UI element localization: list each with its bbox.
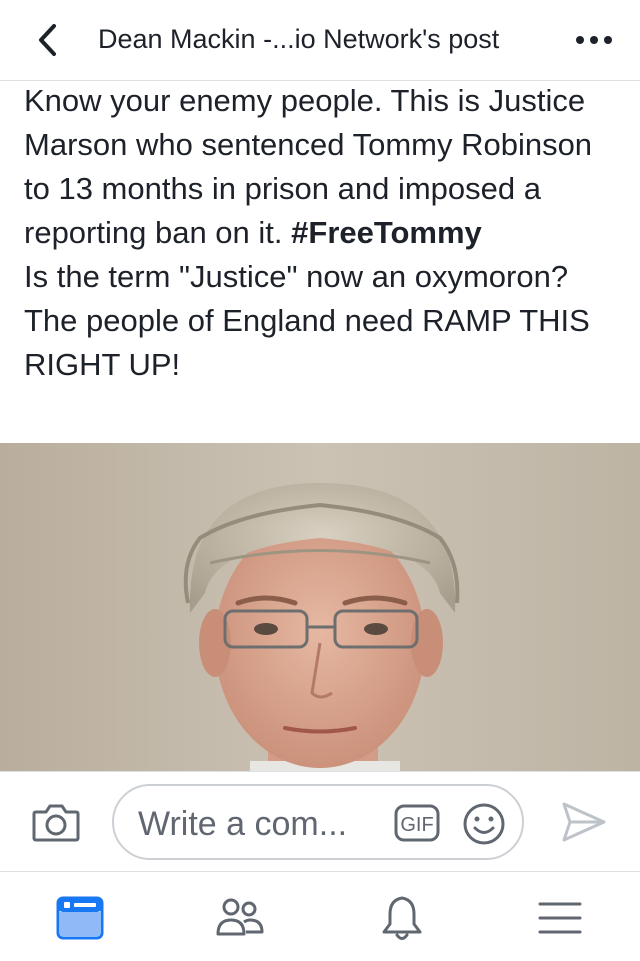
emoji-button[interactable] <box>462 802 506 846</box>
tab-menu[interactable] <box>534 892 586 944</box>
comment-placeholder: Write a com... <box>138 805 348 843</box>
post-paragraph: Know your enemy people. This is Justice … <box>24 79 624 255</box>
tab-notifications[interactable] <box>376 892 428 944</box>
bottom-tab-bar <box>0 871 640 961</box>
camera-icon <box>32 804 80 842</box>
gif-button[interactable]: GIF <box>394 804 440 842</box>
more-options-button[interactable] <box>570 24 618 56</box>
post-body-text-2: Is the term "Justice" now an oxymoron? T… <box>24 259 590 382</box>
gif-label: GIF <box>400 814 433 836</box>
more-horizontal-icon <box>576 36 612 44</box>
emoji-icon <box>463 803 505 845</box>
notifications-bell-icon <box>382 896 422 940</box>
back-button[interactable] <box>30 22 64 58</box>
top-bar: Dean Mackin -...io Network's post <box>0 0 640 81</box>
comment-input[interactable]: Write a com... GIF <box>112 784 524 860</box>
send-button[interactable] <box>560 800 608 844</box>
hashtag-link[interactable]: #FreeTommy <box>291 215 482 250</box>
post-photo[interactable] <box>0 443 640 771</box>
tab-friends[interactable] <box>214 892 266 944</box>
chevron-left-icon <box>39 24 56 56</box>
post-text: Know your enemy people. This is Justice … <box>24 79 624 387</box>
camera-button[interactable] <box>30 798 82 846</box>
comment-composer: Write a com... GIF <box>0 771 640 872</box>
tab-news-feed[interactable] <box>54 892 106 944</box>
news-feed-icon <box>56 896 104 940</box>
page-title: Dean Mackin -...io Network's post <box>98 24 500 54</box>
friends-icon <box>216 898 264 936</box>
send-icon <box>562 802 606 842</box>
menu-icon <box>538 902 582 934</box>
